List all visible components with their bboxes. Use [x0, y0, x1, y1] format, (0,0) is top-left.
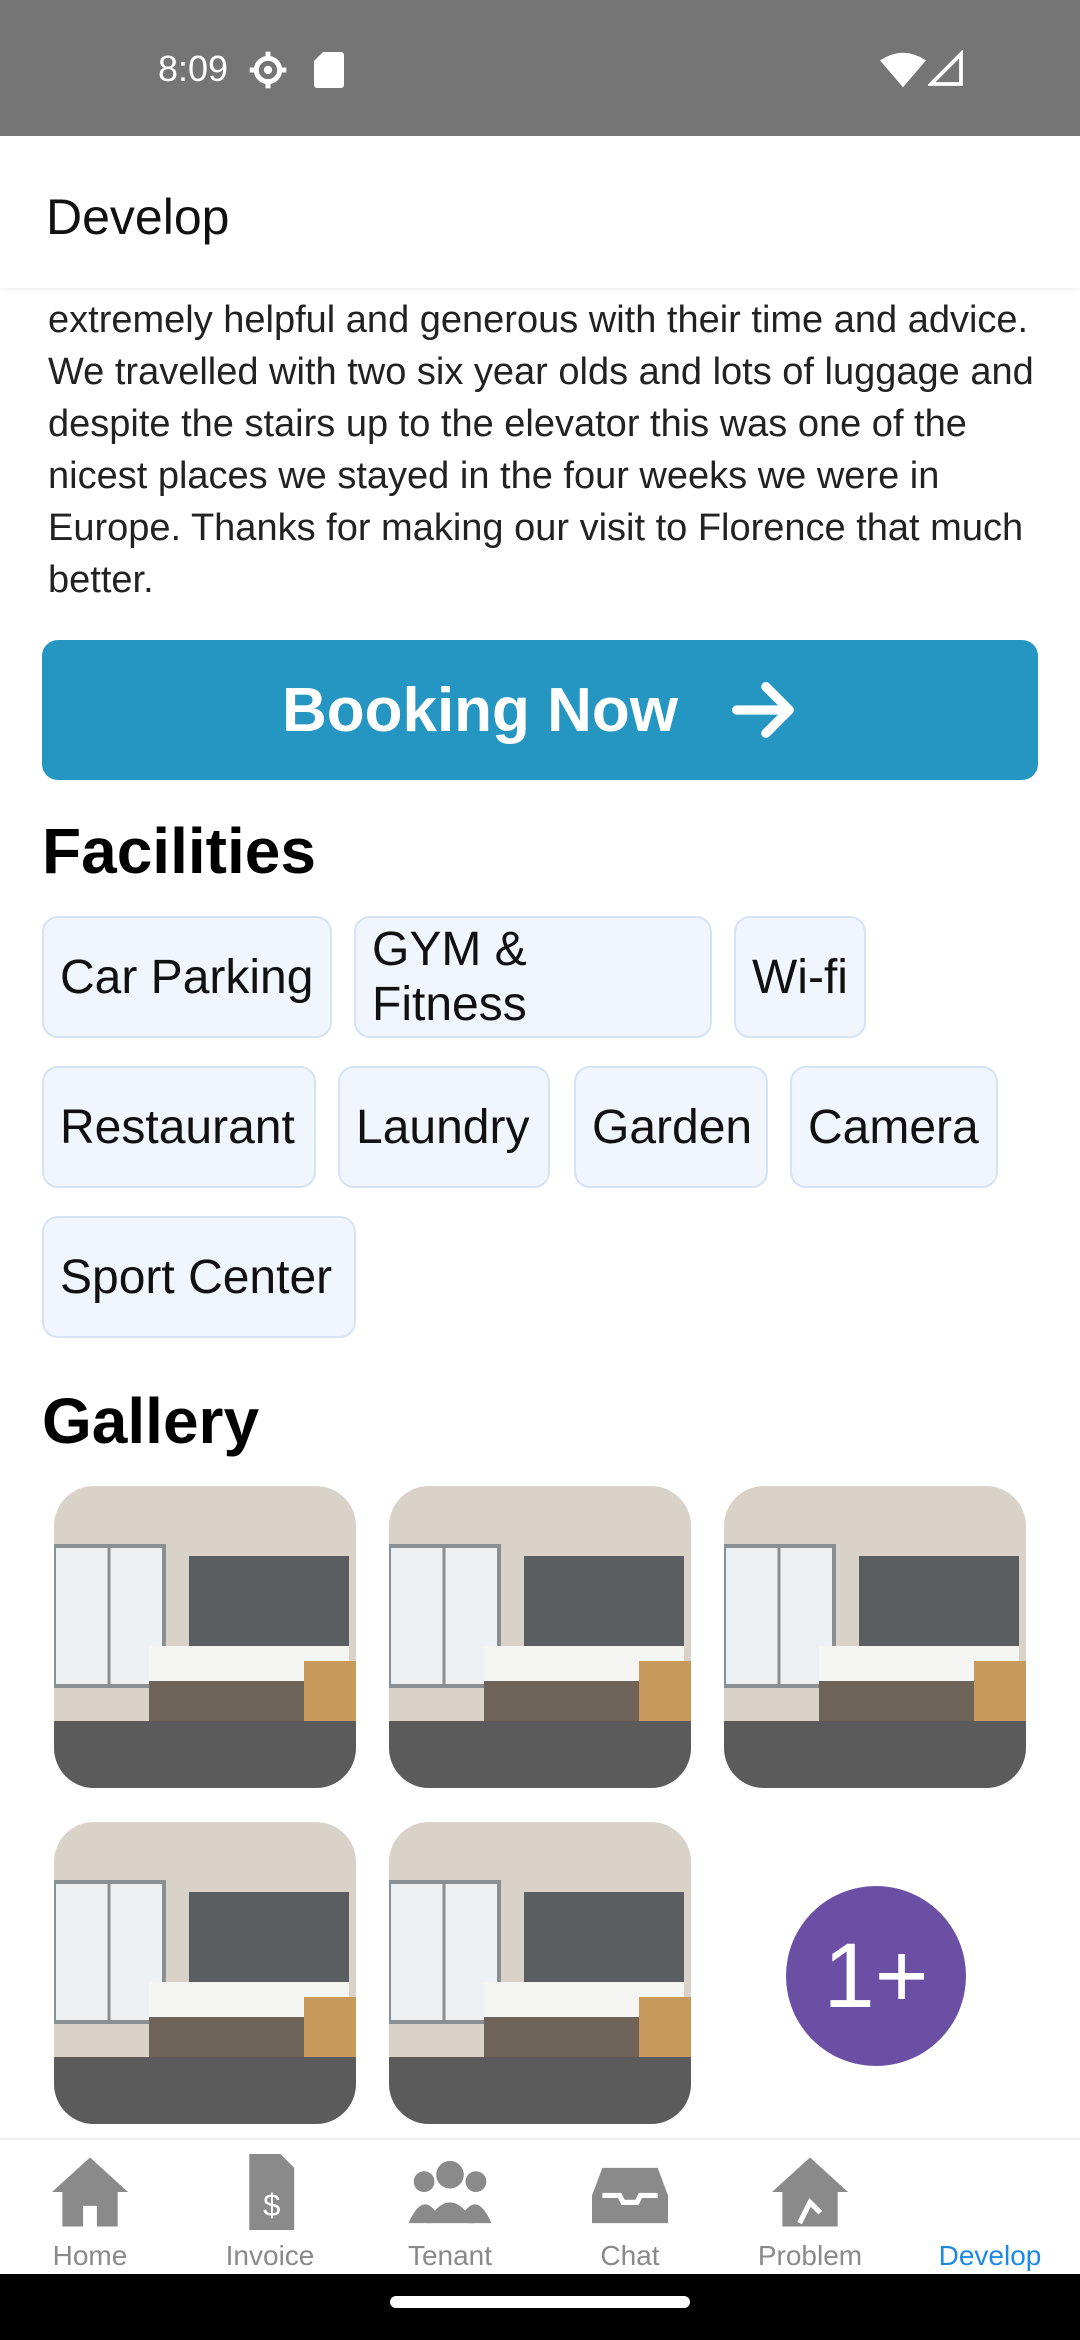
users-icon	[408, 2160, 492, 2224]
arrow-right-icon	[732, 682, 794, 738]
home-gesture-handle[interactable]	[390, 2296, 690, 2308]
facility-chip[interactable]: Camera	[790, 1066, 998, 1188]
more-images-button[interactable]: 1+	[786, 1886, 966, 2066]
nav-label: Home	[52, 2240, 128, 2271]
nav-label: Develop	[938, 2240, 1042, 2271]
nav-item-home[interactable]: Home	[0, 2140, 180, 2276]
page-title: Develop	[46, 189, 230, 245]
bedroom-photo	[389, 1822, 691, 2124]
gallery-image[interactable]	[54, 1822, 356, 2124]
cell-signal-icon	[928, 50, 963, 86]
nav-label: Invoice	[225, 2240, 315, 2271]
app-bar: Develop	[0, 136, 1080, 288]
bedroom-photo	[54, 1486, 356, 1788]
gallery-image[interactable]	[724, 1486, 1026, 1788]
facility-chip[interactable]: GYM & Fitness	[354, 916, 712, 1038]
gallery-image[interactable]	[389, 1822, 691, 2124]
status-time: 8:09	[158, 48, 229, 89]
svg-text:$: $	[263, 2188, 280, 2223]
home-icon	[52, 2157, 128, 2227]
gallery-image[interactable]	[389, 1486, 691, 1788]
facility-chip[interactable]: Garden	[574, 1066, 768, 1188]
gear-icon	[249, 51, 287, 89]
gallery-image[interactable]	[54, 1486, 356, 1788]
facility-chip[interactable]: Wi-fi	[734, 916, 866, 1038]
nav-item-develop[interactable]: Develop	[900, 2140, 1080, 2276]
bedroom-photo	[54, 1822, 356, 2124]
home-repair-icon	[772, 2157, 848, 2227]
bottom-navigation: Home $ Invoice Tenant Chat Problem Devel…	[0, 2138, 1080, 2276]
booking-now-button[interactable]: Booking Now	[42, 640, 1038, 780]
status-bar: 8:09	[0, 0, 1080, 136]
sd-card-icon	[314, 52, 344, 88]
system-gesture-bar	[0, 2274, 1080, 2340]
facility-chip[interactable]: Restaurant	[42, 1066, 316, 1188]
facility-chip[interactable]: Car Parking	[42, 916, 332, 1038]
invoice-icon: $	[249, 2154, 295, 2230]
wifi-icon	[880, 52, 926, 88]
facility-chip[interactable]: Laundry	[338, 1066, 550, 1188]
nav-label: Problem	[757, 2240, 863, 2271]
bedroom-photo	[724, 1486, 1026, 1788]
nav-item-problem[interactable]: Problem	[720, 2140, 900, 2276]
review-text: Everyone we met here were wonderful peop…	[48, 288, 1034, 601]
inbox-icon	[592, 2167, 668, 2224]
facility-chip[interactable]: Sport Center	[42, 1216, 356, 1338]
nav-label: Chat	[600, 2240, 660, 2271]
gallery-title: Gallery	[42, 1385, 260, 1457]
content-scroll[interactable]: Everyone we met here were wonderful peop…	[0, 288, 1080, 2138]
nav-label: Tenant	[407, 2240, 493, 2271]
nav-item-invoice[interactable]: $ Invoice	[180, 2140, 360, 2276]
nav-item-tenant[interactable]: Tenant	[360, 2140, 540, 2276]
bedroom-photo	[389, 1486, 691, 1788]
booking-label: Booking Now	[281, 675, 679, 745]
nav-item-chat[interactable]: Chat	[540, 2140, 720, 2276]
facilities-title: Facilities	[42, 815, 316, 887]
